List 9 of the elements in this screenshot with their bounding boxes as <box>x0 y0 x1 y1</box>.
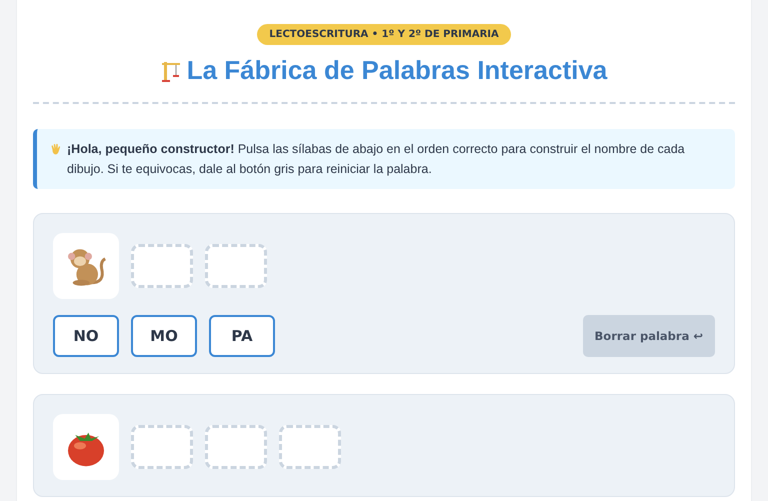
syllable-button[interactable]: MO <box>131 315 197 357</box>
page-title: La Fábrica de Palabras Interactiva <box>186 55 608 86</box>
syllable-button[interactable]: NO <box>53 315 119 357</box>
category-badge: LECTOESCRITURA • 1º Y 2º DE PRIMARIA <box>257 24 511 45</box>
waving-hand-icon <box>49 142 63 156</box>
crane-icon <box>160 60 181 82</box>
syllable-button[interactable]: PA <box>209 315 275 357</box>
reset-button[interactable]: Borrar palabra ↩ <box>582 315 715 357</box>
instructions-text: ¡Hola, pequeño constructor! Pulsa las sílabas de abajo en el orden correcto para construir el nombre de cada dibujo. Si te equivocas, dale al botón gris para reiniciar la palabra. <box>67 141 686 178</box>
